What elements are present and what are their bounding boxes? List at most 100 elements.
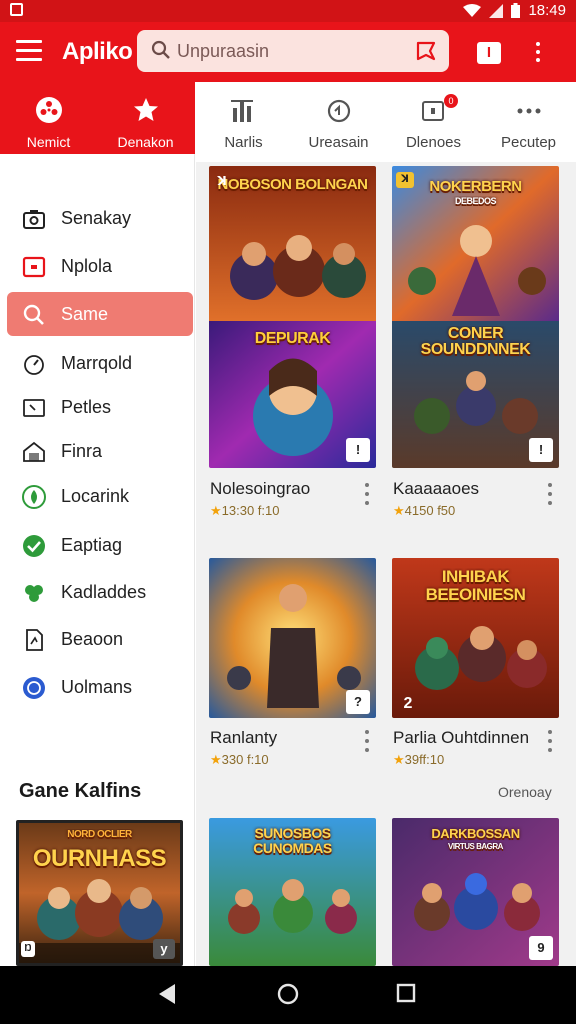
game-card-6[interactable]: DARKBOSSAN VIRTUS BAGRA 9	[392, 818, 559, 966]
tab-label: Ureasain	[308, 134, 369, 151]
game-art-title-5: SUNOSBOS CUNOMDAS	[253, 826, 332, 856]
category-tab-label: Denakon	[117, 134, 174, 150]
category-tab-1[interactable]: Nemict	[0, 82, 97, 154]
sidebar-item-6[interactable]: Finra	[7, 429, 193, 473]
leaf-icon	[22, 485, 46, 509]
sidebar-item-3[interactable]: Same	[7, 292, 193, 336]
game-card-3[interactable]: ?	[209, 558, 376, 718]
tv-icon	[22, 256, 46, 278]
game-art-subtitle-6: VIRTUS BAGRA	[448, 842, 503, 851]
sidebar-item-9[interactable]: Kadladdes	[7, 570, 193, 614]
game-name-2: Kaaaaaoes	[393, 479, 480, 498]
check-circle-icon	[23, 535, 45, 557]
status-icons: 18:49	[463, 2, 566, 19]
picture-icon	[23, 399, 45, 417]
menu-icon[interactable]	[16, 40, 42, 62]
game-art-title-4: INHIBAK BEEOINIESN	[425, 568, 526, 604]
bar-chart-icon	[230, 100, 253, 122]
sidebar-item-1[interactable]: Senakay	[7, 196, 193, 240]
bookmark-outline-icon[interactable]	[415, 40, 437, 62]
sidebar-item-7[interactable]: Locarink	[7, 474, 193, 518]
status-bar: 18:49	[0, 0, 576, 22]
wifi-icon	[463, 3, 482, 17]
game-more-icon-2[interactable]	[547, 483, 553, 513]
sidebar-item-11[interactable]: Uolmans	[7, 665, 193, 709]
tab-3[interactable]: 0 Dlenoes	[386, 82, 481, 162]
recents-icon[interactable]	[396, 983, 416, 1003]
left-category-tabs: Nemict Denakon	[0, 82, 195, 154]
game-name-3: Ranlanty	[210, 728, 278, 747]
game-corner-button-1[interactable]: !	[346, 438, 370, 462]
refresh-icon	[327, 99, 350, 123]
game-more-icon-1[interactable]	[364, 483, 370, 513]
sidebar-item-label: Petles	[61, 397, 112, 417]
section-title: Gane Kalfins	[19, 780, 142, 802]
sidebar-item-label: Nplola	[61, 256, 113, 276]
tab-label: Narlis	[224, 134, 263, 151]
game-rating-value-3: 330 f:10	[221, 752, 269, 767]
game-card-5[interactable]: SUNOSBOS CUNOMDAS	[209, 818, 376, 966]
back-icon[interactable]	[157, 983, 177, 1005]
bookmark-button[interactable]: I	[477, 42, 501, 64]
globe-icon	[23, 677, 45, 699]
star-icon: ★	[210, 503, 222, 518]
game-card-1[interactable]: NOBOSON BOLNGAN ꓘ DEPURAK !	[209, 166, 376, 468]
sidebar-item-label: Finra	[61, 441, 103, 461]
game-name-4: Parlia Ouhtdinnen	[393, 728, 530, 747]
game-card-2[interactable]: ꓘ NOKERBERN DEBEDOS CONER SOUNDDNNEK !	[392, 166, 559, 468]
status-time: 18:49	[528, 2, 566, 19]
sidebar-item-8[interactable]: Eaptiag	[7, 523, 193, 567]
sidebar-item-label: Same	[61, 304, 109, 324]
game-card-4[interactable]: INHIBAK BEEOINIESN 2	[392, 558, 559, 718]
category-tab-label: Nemict	[26, 134, 71, 150]
app-title: Apliko	[62, 38, 133, 65]
game-art-subtitle-2: DEBEDOS	[454, 196, 497, 206]
speedometer-icon	[24, 355, 44, 375]
game-corner-button-3[interactable]: ?	[346, 690, 370, 714]
more-horizontal-icon	[517, 108, 540, 114]
game-art-title-1b: DEPURAK	[254, 330, 331, 347]
sidebar-item-label: Eaptiag	[61, 535, 123, 555]
tab-4[interactable]: Pecutep	[481, 82, 576, 162]
signal-icon	[489, 3, 504, 18]
game-art-title-6: DARKBOSSAN	[431, 826, 520, 841]
sidebar-item-5[interactable]: Petles	[7, 385, 193, 429]
game-rating-1: ★13:30 f:10	[210, 503, 279, 519]
clover-icon	[25, 585, 43, 602]
tab-label: Dlenoes	[405, 134, 462, 151]
featured-corner-button[interactable]: y	[153, 939, 175, 959]
film-reel-icon	[35, 97, 62, 123]
sidebar-item-10[interactable]: Beaoon	[7, 617, 193, 661]
game-corner-button-6[interactable]: 9	[529, 936, 553, 960]
system-nav-bar	[0, 966, 576, 1024]
tab-1[interactable]: Narlis	[196, 82, 291, 162]
star-icon: ★	[393, 503, 405, 518]
app-bar: Apliko Unpuraasin I	[0, 22, 576, 82]
game-corner-number-4: 2	[403, 695, 413, 712]
sidebar-item-label: Locarink	[61, 486, 130, 506]
see-more-link[interactable]: Orenoay	[498, 784, 552, 800]
sidebar-item-label: Beaoon	[61, 629, 124, 649]
featured-game-card[interactable]: NORD OCLIER OURNHASS Ŋ y	[16, 820, 183, 966]
featured-corner-left: Ŋ	[21, 941, 35, 957]
category-tab-2[interactable]: Denakon	[97, 82, 194, 154]
home-icon[interactable]	[277, 983, 299, 1005]
sidebar-item-4[interactable]: Marrqold	[7, 341, 193, 385]
game-more-icon-4[interactable]	[547, 730, 553, 760]
notification-badge: 0	[444, 94, 458, 108]
sidebar-item-label: Uolmans	[61, 677, 133, 697]
search-input[interactable]: Unpuraasin	[137, 30, 449, 72]
sidebar-item-label: Senakay	[61, 208, 132, 228]
game-more-icon-3[interactable]	[364, 730, 370, 760]
notification-icon	[10, 3, 23, 16]
house-icon	[23, 441, 45, 462]
game-art-title-2: NOKERBERN	[429, 178, 522, 195]
tab-2[interactable]: Ureasain	[291, 82, 386, 162]
featured-art-title: OURNHASS	[32, 845, 167, 872]
game-art-title-2b: CONER SOUNDDNNEK	[420, 326, 531, 358]
battery-icon	[511, 3, 521, 18]
overflow-menu-icon[interactable]	[534, 42, 542, 64]
top-tabs: Narlis Ureasain 0 Dlenoes Pecutep	[196, 82, 576, 162]
game-corner-button-2[interactable]: !	[529, 438, 553, 462]
sidebar-item-2[interactable]: Nplola	[7, 244, 193, 288]
